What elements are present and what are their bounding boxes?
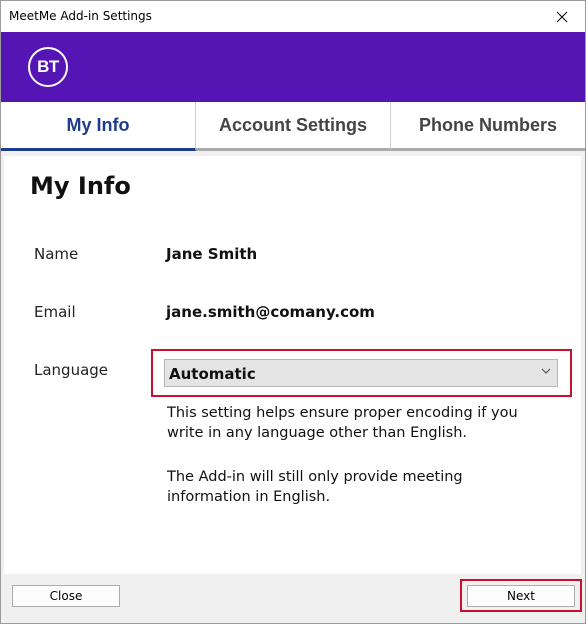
tab-account-settings[interactable]: Account Settings [196, 102, 391, 151]
my-info-panel: My Info Name Jane Smith Email jane.smith… [4, 156, 581, 574]
page-title: My Info [30, 172, 131, 200]
language-select-value: Automatic [169, 365, 256, 383]
english-info-text: The Add-in will still only provide meeti… [167, 469, 463, 505]
next-button[interactable]: Next [467, 585, 575, 607]
tab-my-info[interactable]: My Info [1, 102, 196, 151]
encoding-help-text: This setting helps ensure proper encodin… [167, 405, 518, 441]
close-button[interactable]: Close [12, 585, 120, 607]
chevron-down-icon [541, 368, 551, 374]
email-label: Email [34, 303, 76, 321]
title-bar: MeetMe Add-in Settings [1, 1, 585, 32]
close-icon [556, 11, 568, 22]
email-value: jane.smith@comany.com [166, 303, 375, 321]
tab-bar: My Info Account Settings Phone Numbers [1, 102, 585, 151]
settings-window: MeetMe Add-in Settings BT My Info Accoun… [0, 0, 586, 624]
language-select[interactable]: Automatic [164, 359, 558, 387]
logo-text: BT [37, 57, 59, 76]
name-value: Jane Smith [166, 245, 258, 263]
window-close-button[interactable] [539, 1, 585, 32]
window-title: MeetMe Add-in Settings [9, 9, 152, 23]
bt-logo: BT [28, 47, 68, 87]
brand-banner: BT [1, 32, 585, 102]
tab-phone-numbers[interactable]: Phone Numbers [391, 102, 585, 151]
language-label: Language [34, 361, 109, 379]
name-label: Name [34, 245, 79, 263]
